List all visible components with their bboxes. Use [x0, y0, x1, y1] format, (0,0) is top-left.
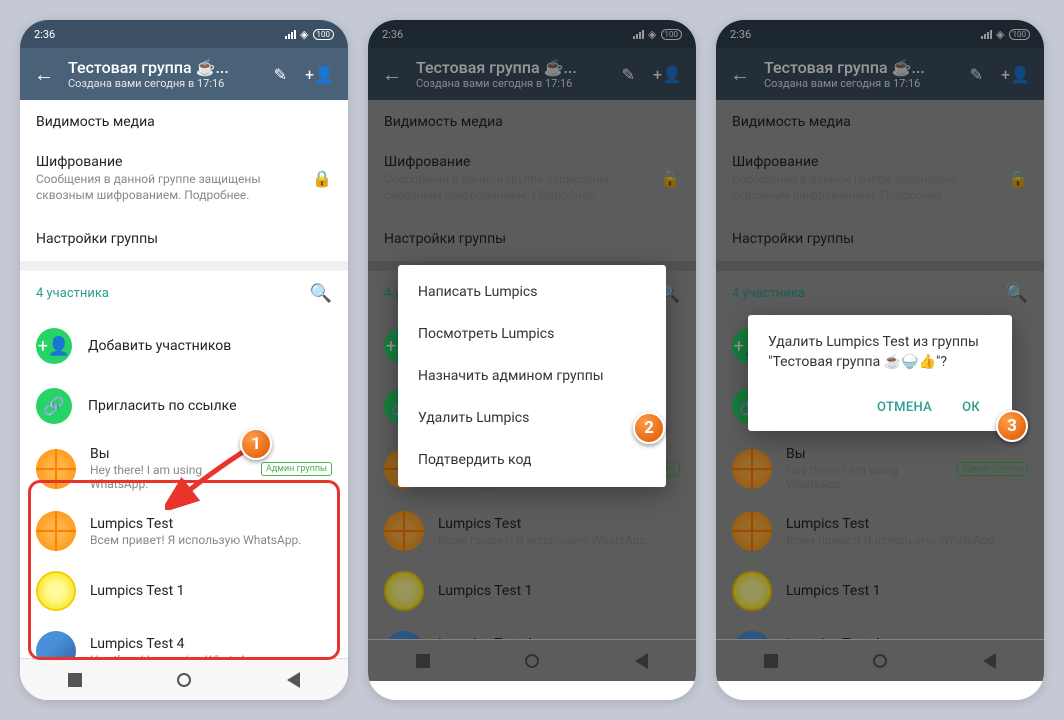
app-bar: ← Тестовая группа ☕... Создана вами сего…: [368, 48, 696, 100]
link-icon: 🔗: [36, 388, 72, 424]
add-icon: +👤: [36, 328, 72, 364]
avatar: [36, 571, 76, 611]
divider: [20, 261, 348, 271]
signal-icon: [285, 30, 296, 39]
lock-icon: 🔒: [312, 169, 332, 188]
menu-code[interactable]: Подтвердить код: [398, 439, 666, 481]
step-3-badge: 3: [996, 410, 1028, 442]
cancel-button[interactable]: ОТМЕНА: [865, 392, 944, 423]
nav-recent-icon[interactable]: [68, 673, 82, 687]
phone-screen-1: 2:36 ◈ 100 ← Тестовая группа ☕... Создан…: [20, 20, 348, 700]
phone-screen-2: 2:36 ◈100 ← Тестовая группа ☕... Создана…: [368, 20, 696, 700]
add-person-icon[interactable]: +👤: [305, 65, 334, 84]
search-icon[interactable]: 🔍: [310, 283, 332, 304]
member-lumpics-test-1[interactable]: Lumpics Test 1: [20, 561, 348, 621]
menu-remove[interactable]: Удалить Lumpics: [398, 397, 666, 439]
status-icons: ◈ 100: [285, 28, 334, 41]
edit-icon[interactable]: ✎: [274, 65, 287, 84]
menu-write[interactable]: Написать Lumpics: [398, 271, 666, 313]
phone-screen-3: 2:36◈100 ←Тестовая группа ☕...Создана ва…: [716, 20, 1044, 700]
nav-back-icon[interactable]: [287, 672, 300, 688]
back-icon: ←: [382, 62, 402, 87]
encryption-row[interactable]: Шифрование Сообщения в данной группе защ…: [20, 144, 348, 217]
member-you[interactable]: Вы Hey there! I am using WhatsApp. Админ…: [20, 436, 348, 501]
nav-bar: [20, 658, 348, 700]
group-settings-row[interactable]: Настройки группы: [20, 217, 348, 261]
avatar: [36, 511, 76, 551]
media-visibility-row[interactable]: Видимость медиа: [20, 100, 348, 144]
participants-count: 4 участника: [36, 286, 109, 301]
step-2-badge: 2: [633, 412, 665, 444]
edit-icon: ✎: [622, 65, 635, 84]
back-icon[interactable]: ←: [34, 62, 54, 87]
ok-button[interactable]: ОК: [950, 392, 992, 423]
menu-admin[interactable]: Назначить админом группы: [398, 355, 666, 397]
status-bar: 2:36 ◈ 100: [20, 20, 348, 48]
group-title: Тестовая группа ☕...: [68, 58, 260, 77]
member-lumpics-test[interactable]: Lumpics Test Всем привет! Я использую Wh…: [20, 501, 348, 561]
invite-link-row[interactable]: 🔗 Пригласить по ссылке: [20, 376, 348, 436]
wifi-icon: ◈: [300, 28, 308, 41]
admin-badge: Админ группы: [261, 462, 332, 476]
nav-home-icon[interactable]: [177, 673, 191, 687]
add-participants-row[interactable]: +👤 Добавить участников: [20, 316, 348, 376]
context-menu: Написать Lumpics Посмотреть Lumpics Назн…: [398, 265, 666, 487]
add-person-icon: +👤: [653, 65, 682, 84]
status-time: 2:36: [34, 28, 55, 41]
step-1-badge: 1: [240, 428, 272, 460]
avatar: [36, 449, 76, 489]
app-bar: ← Тестовая группа ☕... Создана вами сего…: [20, 48, 348, 100]
confirm-dialog: Удалить Lumpics Test из группы "Тестовая…: [748, 315, 1012, 431]
menu-view[interactable]: Посмотреть Lumpics: [398, 313, 666, 355]
battery-icon: 100: [313, 29, 335, 40]
participants-header: 4 участника 🔍: [20, 271, 348, 316]
title-block[interactable]: Тестовая группа ☕... Создана вами сегодн…: [68, 58, 260, 90]
dialog-text: Удалить Lumpics Test из группы "Тестовая…: [768, 333, 992, 372]
group-subtitle: Создана вами сегодня в 17:16: [68, 77, 260, 90]
status-bar: 2:36 ◈100: [368, 20, 696, 48]
